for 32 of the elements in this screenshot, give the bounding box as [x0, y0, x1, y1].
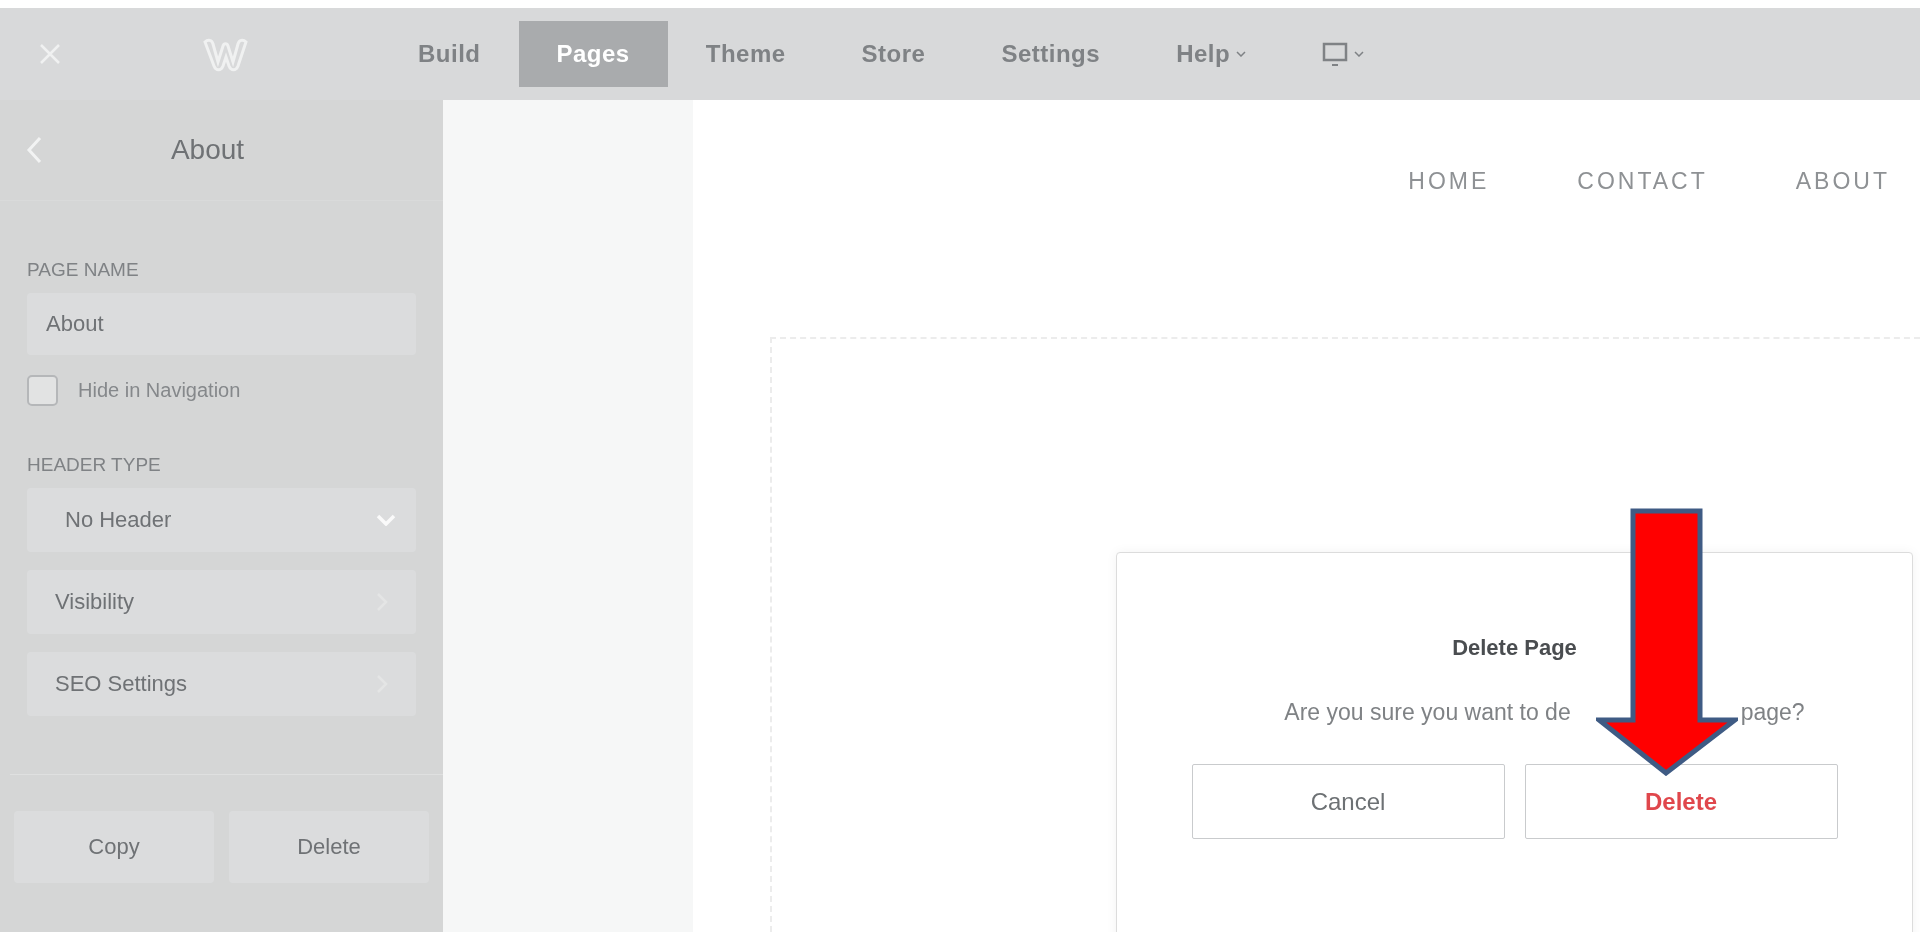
dialog-message: page?	[1740, 699, 1805, 726]
nav-tab[interactable]: Build	[380, 21, 519, 87]
panel-title: About	[169, 134, 246, 166]
back-chevron-icon[interactable]	[26, 136, 42, 164]
panel-button[interactable]: Copy	[14, 811, 214, 883]
close-icon[interactable]	[39, 43, 61, 65]
header-type-select[interactable]: No Header	[27, 488, 416, 552]
delete-button[interactable]: Delete	[1524, 764, 1838, 839]
logo-icon[interactable]	[200, 36, 250, 72]
checkbox[interactable]	[27, 375, 58, 406]
field-label: HEADER TYPE	[27, 454, 161, 476]
chevron-down-icon	[376, 514, 396, 526]
caret-icon	[1354, 51, 1365, 57]
settings-row[interactable]: SEO Settings	[27, 652, 416, 716]
site-nav-link[interactable]: ABOUT	[1795, 168, 1890, 195]
field-label: PAGE NAME	[27, 259, 139, 281]
nav-tab[interactable]: Settings	[963, 21, 1139, 87]
site-nav-link[interactable]: CONTACT	[1577, 168, 1708, 195]
nav-menu[interactable]: Help	[1138, 21, 1285, 87]
monitor-icon	[1322, 41, 1349, 67]
nav-tab[interactable]: Store	[823, 21, 964, 87]
page-name-field[interactable]: About	[27, 293, 416, 355]
nav-tab[interactable]: Pages	[518, 21, 668, 87]
cancel-button[interactable]: Cancel	[1191, 764, 1505, 839]
caret-icon	[1236, 51, 1247, 57]
checkbox-label: Hide in Navigation	[78, 379, 241, 402]
nav-tab[interactable]: Theme	[667, 21, 824, 87]
panel-button[interactable]: Delete	[229, 811, 429, 883]
settings-row[interactable]: Visibility	[27, 570, 416, 634]
dialog-title: Delete Page	[1452, 635, 1577, 661]
dialog-message: Are you sure you want to de	[1284, 699, 1571, 726]
site-nav-link[interactable]: HOME	[1408, 168, 1490, 195]
